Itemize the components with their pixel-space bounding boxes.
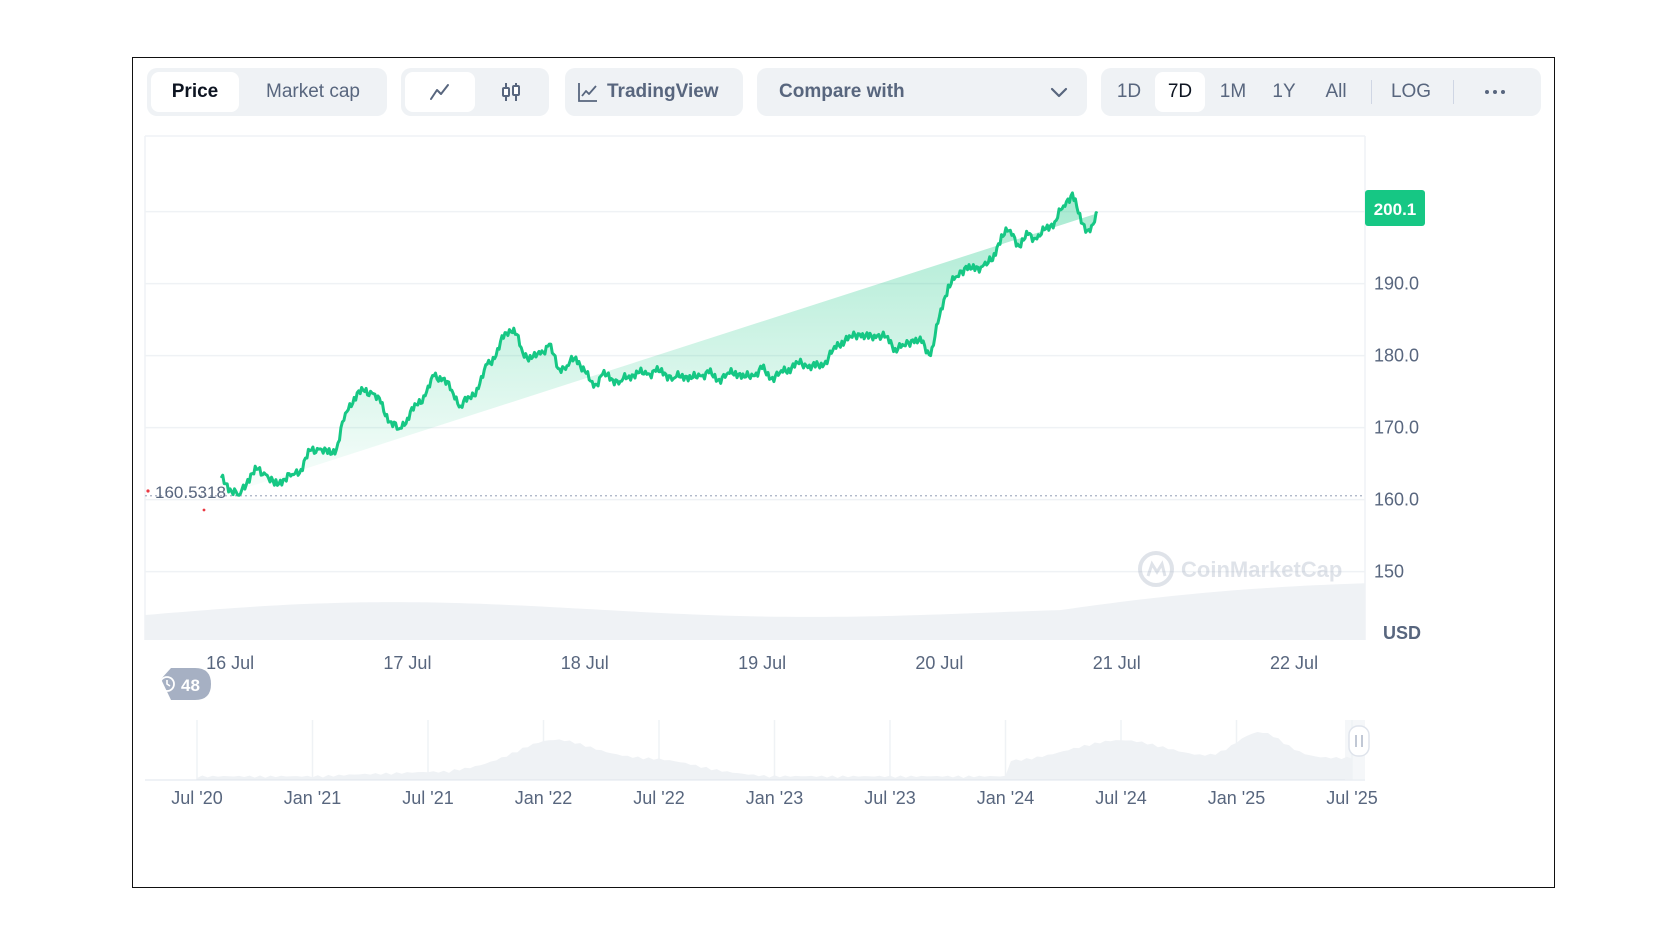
x-tick-label: 17 Jul: [383, 653, 431, 673]
volume-area: [145, 583, 1365, 640]
overview-tick-label: Jan '25: [1208, 788, 1265, 808]
y-tick-label: 170.0: [1374, 418, 1419, 438]
x-tick-label: 22 Jul: [1270, 653, 1318, 673]
x-tick-label: 16 Jul: [206, 653, 254, 673]
y-axis: 150 160.0 170.0 180.0 190.0: [1374, 274, 1419, 582]
x-axis: 16 Jul 17 Jul 18 Jul 19 Jul 20 Jul 21 Jul 22 J…: [206, 653, 1318, 673]
overview-tick-label: Jan '24: [977, 788, 1034, 808]
coinmarketcap-logo-mark: [1146, 560, 1167, 577]
coinmarketcap-watermark: CoinMarketCap: [1138, 551, 1342, 587]
current-price-label: 200.1: [1374, 200, 1417, 219]
watermark-text: CoinMarketCap: [1181, 557, 1342, 582]
navigator-handle[interactable]: [1348, 725, 1370, 757]
price-area: [221, 192, 1098, 496]
currency-label: USD: [1383, 623, 1421, 643]
overview-tick-label: Jul '22: [633, 788, 684, 808]
overview-tick-label: Jul '21: [402, 788, 453, 808]
overview-tick-label: Jul '20: [171, 788, 222, 808]
start-price-dot: [146, 489, 150, 493]
x-tick-label: 19 Jul: [738, 653, 786, 673]
price-chart: 150 160.0 170.0 180.0 190.0 16 Jul 17 Jul 18 J…: [144, 135, 1425, 808]
handle-bg: [1348, 725, 1370, 757]
overview-tick-label: Jan '21: [284, 788, 341, 808]
chart-frame: Price Market cap TradingView Compare wit…: [132, 57, 1555, 888]
overview-tick-label: Jul '24: [1095, 788, 1146, 808]
history-badge[interactable]: 48: [159, 668, 211, 700]
y-tick-label: 160.0: [1374, 490, 1419, 510]
y-tick-label: 190.0: [1374, 274, 1419, 294]
history-count: 48: [181, 676, 200, 695]
overview-tick-label: Jan '22: [515, 788, 572, 808]
y-tick-label: 180.0: [1374, 346, 1419, 366]
overview-x-axis: Jul '20 Jan '21 Jul '21 Jan '22 Jul '22 Jan '…: [171, 788, 1377, 808]
price-area-fill: [221, 192, 1098, 496]
start-price-marker: 160.5318: [146, 483, 226, 512]
start-price-label: 160.5318: [155, 483, 226, 502]
x-tick-label: 20 Jul: [915, 653, 963, 673]
start-price-tick: [202, 508, 206, 512]
current-price-badge: 200.1: [1365, 190, 1425, 226]
overview-tick-label: Jan '23: [746, 788, 803, 808]
y-tick-label: 150: [1374, 562, 1404, 582]
overview-tick-label: Jul '25: [1326, 788, 1377, 808]
x-tick-label: 21 Jul: [1093, 653, 1141, 673]
overview-navigator[interactable]: [145, 720, 1365, 781]
x-tick-label: 18 Jul: [561, 653, 609, 673]
volume-shape: [145, 583, 1365, 640]
overview-tick-label: Jul '23: [864, 788, 915, 808]
